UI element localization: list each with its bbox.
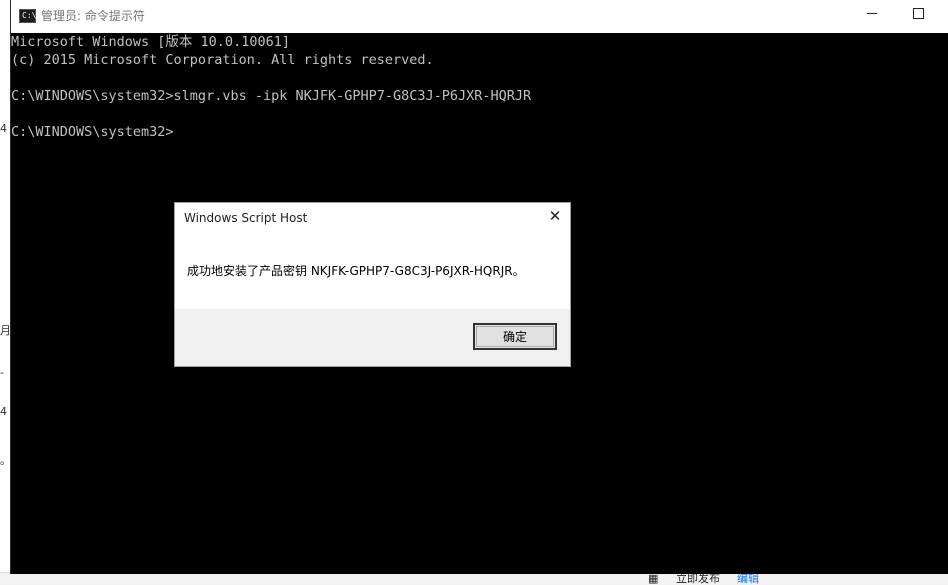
minimize-icon [867, 12, 877, 14]
terminal-line: (c) 2015 Microsoft Corporation. All righ… [11, 52, 434, 68]
close-icon: ✕ [548, 207, 562, 225]
background-fragment: 4 [0, 405, 7, 418]
ok-button[interactable]: 确定 [473, 323, 557, 350]
maximize-icon [912, 7, 924, 19]
dialog-body: 成功地安装了产品密钥 NKJFK-GPHP7-G8C3J-P6JXR-HQRJR… [175, 233, 570, 309]
dialog-footer: 确定 [175, 309, 570, 366]
edit-link[interactable]: 编辑 [737, 573, 759, 584]
dialog-title-bar[interactable]: Windows Script Host ✕ [175, 203, 570, 233]
dialog-title: Windows Script Host [184, 211, 308, 225]
minimize-button[interactable] [849, 0, 895, 26]
terminal-prompt: C:\WINDOWS\system32> [11, 124, 174, 140]
background-fragment: 4 [0, 122, 7, 135]
windows-script-host-dialog[interactable]: Windows Script Host ✕ 成功地安装了产品密钥 NKJFK-G… [174, 202, 571, 367]
cmd-icon: C:\ [19, 9, 36, 23]
calendar-icon: ▦ [648, 572, 659, 585]
dialog-close-button[interactable]: ✕ [540, 203, 570, 229]
title-bar[interactable]: C:\ 管理员: 命令提示符 [11, 0, 948, 33]
terminal-line: C:\WINDOWS\system32>slmgr.vbs -ipk NKJFK… [11, 88, 532, 104]
background-fragment: - [0, 366, 4, 379]
dialog-message: 成功地安装了产品密钥 NKJFK-GPHP7-G8C3J-P6JXR-HQRJR… [187, 264, 525, 278]
maximize-button[interactable] [895, 0, 941, 26]
window-title: 管理员: 命令提示符 [41, 9, 145, 23]
terminal-line: Microsoft Windows [版本 10.0.10061] [11, 34, 290, 50]
publish-now-text[interactable]: 立即发布 [676, 573, 720, 584]
